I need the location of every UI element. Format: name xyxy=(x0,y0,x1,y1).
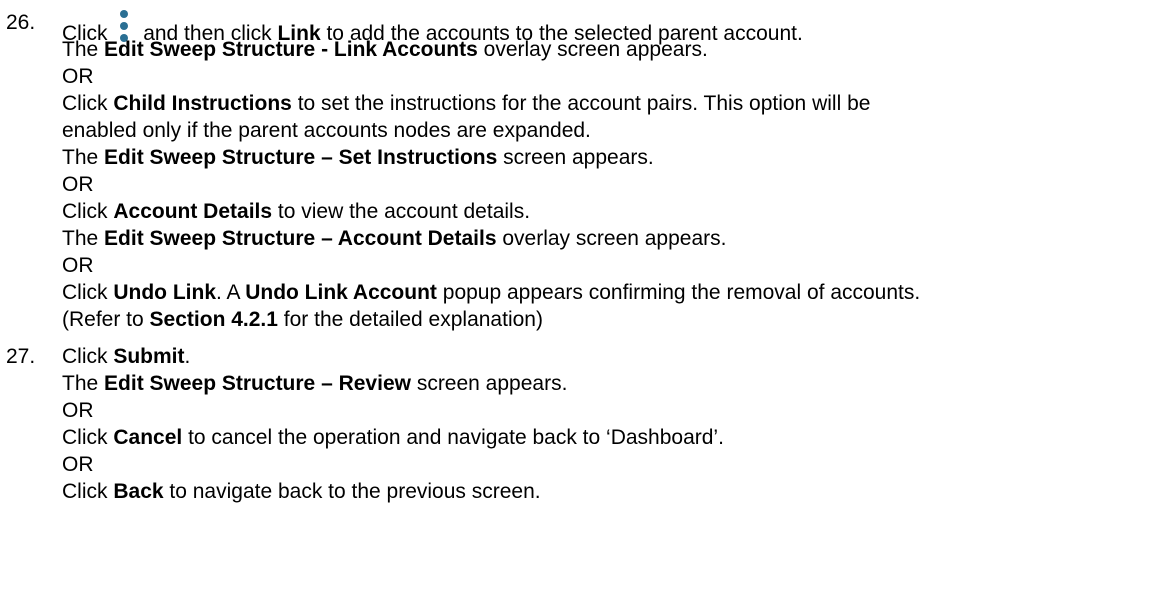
screen-name: Edit Sweep Structure - Link Accounts xyxy=(104,38,478,61)
step-26-line-4: Click Child Instructions to set the inst… xyxy=(62,91,870,117)
undo-link-label: Undo Link xyxy=(113,281,216,304)
text: Click xyxy=(62,345,108,368)
back-label: Back xyxy=(113,480,164,503)
screen-name: Edit Sweep Structure – Review xyxy=(104,372,411,395)
text: overlay screen appears. xyxy=(502,227,727,250)
text: . A xyxy=(216,281,240,304)
text: to navigate back to the previous screen. xyxy=(169,480,541,503)
step-26-line-9: The Edit Sweep Structure – Account Detai… xyxy=(62,226,726,252)
step-27-line-6: Click Back to navigate back to the previ… xyxy=(62,479,541,505)
text: to set the instructions for the account … xyxy=(297,92,871,115)
step-27-line-4: Click Cancel to cancel the operation and… xyxy=(62,425,724,451)
or-separator: OR xyxy=(62,453,94,476)
submit-label: Submit xyxy=(113,345,185,368)
text: Click xyxy=(62,426,108,449)
text: The xyxy=(62,372,99,395)
or-separator: OR xyxy=(62,173,94,196)
step-26-number: 26. xyxy=(6,11,36,34)
step-26-line-6: The Edit Sweep Structure – Set Instructi… xyxy=(62,145,654,171)
account-details-label: Account Details xyxy=(113,200,273,223)
text: . xyxy=(184,345,191,368)
or-separator: OR xyxy=(62,254,94,277)
text: screen appears. xyxy=(503,146,654,169)
text: The xyxy=(62,227,99,250)
step-26-line-12: (Refer to Section 4.2.1 for the detailed… xyxy=(62,307,543,333)
or-separator: OR xyxy=(62,65,94,88)
step-26-line-2: The Edit Sweep Structure - Link Accounts… xyxy=(62,37,708,63)
step-26-line-5: enabled only if the parent accounts node… xyxy=(62,119,591,142)
step-27-number: 27. xyxy=(6,345,36,368)
child-instructions-label: Child Instructions xyxy=(113,92,292,115)
text: Click xyxy=(62,480,108,503)
step-26-line-8: Click Account Details to view the accoun… xyxy=(62,199,530,225)
text: (Refer to xyxy=(62,308,144,331)
text: to cancel the operation and navigate bac… xyxy=(188,426,724,449)
step-26-line-11: Click Undo Link. A Undo Link Account pop… xyxy=(62,280,920,306)
text: screen appears. xyxy=(416,372,568,395)
section-reference: Section 4.2.1 xyxy=(149,308,278,331)
text: Click xyxy=(62,281,108,304)
text: The xyxy=(62,146,99,169)
text: The xyxy=(62,38,99,61)
step-27-line-1: Click Submit. xyxy=(62,344,190,370)
step-27-line-2: The Edit Sweep Structure – Review screen… xyxy=(62,371,567,397)
screen-name: Edit Sweep Structure – Set Instructions xyxy=(104,146,498,169)
text: Click xyxy=(62,200,108,223)
undo-link-account-label: Undo Link Account xyxy=(245,281,437,304)
screen-name: Edit Sweep Structure – Account Details xyxy=(104,227,497,250)
text: overlay screen appears. xyxy=(483,38,708,61)
text: for the detailed explanation) xyxy=(283,308,543,331)
text: to view the account details. xyxy=(277,200,531,223)
cancel-label: Cancel xyxy=(113,426,183,449)
or-separator: OR xyxy=(62,399,94,422)
text: Click xyxy=(62,92,108,115)
text: popup appears confirming the removal of … xyxy=(442,281,921,304)
